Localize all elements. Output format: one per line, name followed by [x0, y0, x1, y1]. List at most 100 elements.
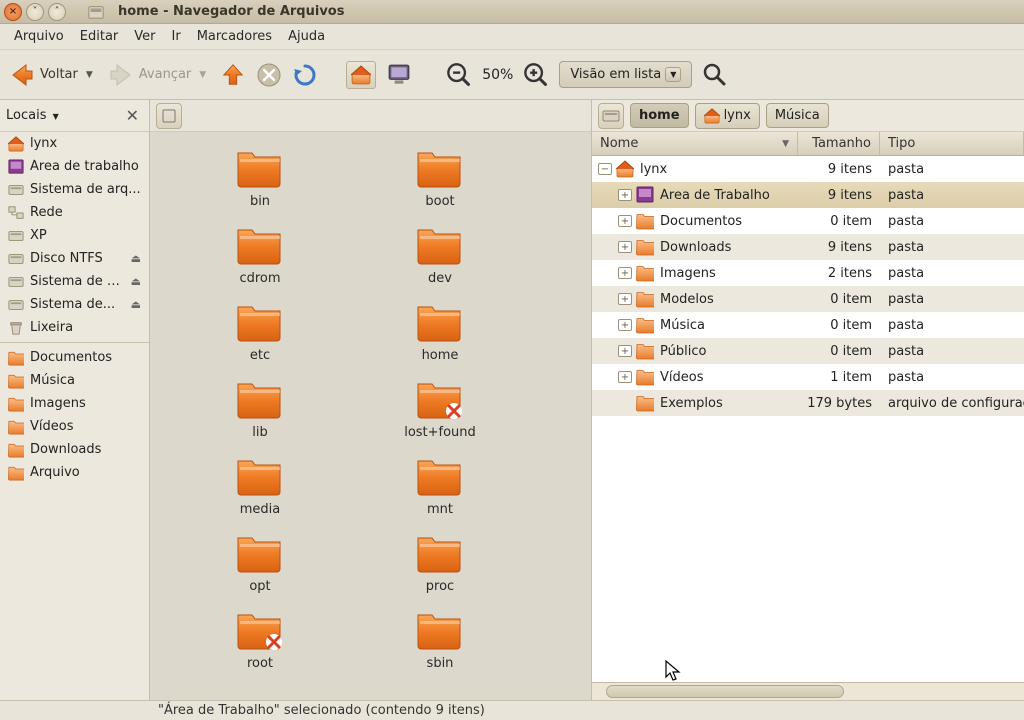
reload-button[interactable] [292, 62, 318, 88]
sidebar-place[interactable]: Disco NTFS ⏏ [0, 247, 149, 270]
folder-item[interactable]: bin [180, 148, 340, 209]
eject-icon[interactable]: ⏏ [131, 298, 141, 311]
folder-item[interactable]: lost+found [360, 379, 520, 440]
menu-help[interactable]: Ajuda [280, 26, 333, 47]
up-button[interactable] [220, 62, 246, 88]
view-mode-combo[interactable]: Visão em lista ▼ [559, 61, 692, 88]
zoom-out-icon [446, 62, 472, 88]
icon-view[interactable]: bin boot cdrom dev etc [150, 132, 592, 700]
folder-icon [8, 419, 24, 435]
folder-item[interactable]: sbin [360, 610, 520, 671]
tree-row[interactable]: + Imagens 2 itens pasta [592, 260, 1024, 286]
menu-edit[interactable]: Editar [72, 26, 127, 47]
center-header [150, 100, 592, 132]
col-type-header[interactable]: Tipo [880, 132, 1024, 155]
path-segment-lynx[interactable]: lynx [695, 103, 760, 129]
tree-row[interactable]: + Área de Trabalho 9 itens pasta [592, 182, 1024, 208]
folder-icon [636, 238, 654, 256]
window-close-button[interactable]: × [4, 3, 22, 21]
tree-row[interactable]: + Público 0 item pasta [592, 338, 1024, 364]
sidebar-close-button[interactable]: ✕ [122, 106, 143, 125]
computer-button[interactable] [386, 62, 412, 88]
menu-bookmarks[interactable]: Marcadores [189, 26, 280, 47]
tree-row[interactable]: + Música 0 item pasta [592, 312, 1024, 338]
tree-row[interactable]: + Downloads 9 itens pasta [592, 234, 1024, 260]
window-minimize-button[interactable]: ˅ [26, 3, 44, 21]
sidebar-place[interactable]: Sistema de arq... [0, 178, 149, 201]
sidebar-place[interactable]: Sistema de arq... ⏏ [0, 270, 149, 293]
home-icon [704, 108, 720, 124]
folder-item[interactable]: media [180, 456, 340, 517]
menu-view[interactable]: Ver [126, 26, 163, 47]
search-button[interactable] [702, 62, 728, 88]
folder-name: proc [426, 579, 454, 594]
disk-icon [8, 274, 24, 290]
zoom-in-button[interactable] [523, 62, 549, 88]
sidebar-bookmark[interactable]: Arquivo [0, 461, 149, 484]
folder-item[interactable]: dev [360, 225, 520, 286]
home-button[interactable] [346, 61, 376, 89]
folder-item[interactable]: home [360, 302, 520, 363]
path-segment-home[interactable]: home [630, 103, 689, 128]
col-size-header[interactable]: Tamanho [798, 132, 880, 155]
folder-item[interactable]: cdrom [180, 225, 340, 286]
folder-item[interactable]: opt [180, 533, 340, 594]
zoom-out-button[interactable] [446, 62, 472, 88]
titlebar: × ˅ ˄ home - Navegador de Arquivos [0, 0, 1024, 24]
sidebar-place[interactable]: Rede [0, 201, 149, 224]
sidebar-place[interactable]: lynx [0, 132, 149, 155]
sidebar-bookmark[interactable]: Vídeos [0, 415, 149, 438]
sidebar-bookmark[interactable]: Downloads [0, 438, 149, 461]
expander-icon[interactable]: + [618, 345, 632, 357]
folder-item[interactable]: root [180, 610, 340, 671]
window-maximize-button[interactable]: ˄ [48, 3, 66, 21]
menu-go[interactable]: Ir [164, 26, 189, 47]
folder-item[interactable]: etc [180, 302, 340, 363]
sidebar-bookmark[interactable]: Documentos [0, 346, 149, 369]
path-segment-music[interactable]: Música [766, 103, 829, 128]
expander-icon[interactable]: + [618, 267, 632, 279]
folder-item[interactable]: proc [360, 533, 520, 594]
tree-row[interactable]: + Documentos 0 item pasta [592, 208, 1024, 234]
sidebar-place[interactable]: Lixeira [0, 316, 149, 339]
back-button[interactable]: Voltar ▼ [8, 61, 97, 89]
expander-icon[interactable]: + [618, 215, 632, 227]
tree-row[interactable]: − lynx 9 itens pasta [592, 156, 1024, 182]
toolbar: Voltar ▼ Avançar ▼ 50% Visão em lista ▼ [0, 50, 1024, 100]
sidebar-title[interactable]: Locais ▼ [6, 108, 122, 123]
tree-row[interactable]: Exemplos 179 bytes arquivo de configuraç… [592, 390, 1024, 416]
row-name: Downloads [660, 240, 798, 255]
folder-icon [236, 456, 284, 498]
expander-icon[interactable]: + [618, 293, 632, 305]
menu-file[interactable]: Arquivo [6, 26, 72, 47]
col-name-header[interactable]: Nome▼ [592, 132, 798, 155]
row-size: 2 itens [798, 266, 880, 281]
forward-button[interactable]: Avançar ▼ [107, 61, 210, 89]
expander-icon[interactable]: + [618, 189, 632, 201]
expander-icon[interactable]: + [618, 371, 632, 383]
sidebar-bookmark[interactable]: Imagens [0, 392, 149, 415]
expander-icon[interactable]: − [598, 163, 612, 175]
folder-item[interactable]: mnt [360, 456, 520, 517]
sidebar-place[interactable]: XP [0, 224, 149, 247]
eject-icon[interactable]: ⏏ [131, 275, 141, 288]
folder-name: cdrom [239, 271, 280, 286]
place-label: Rede [30, 205, 141, 220]
sidebar-place[interactable]: Sistema de... ⏏ [0, 293, 149, 316]
tree-hscrollbar[interactable] [592, 682, 1024, 700]
eject-icon[interactable]: ⏏ [131, 252, 141, 265]
tree-row[interactable]: + Modelos 0 item pasta [592, 286, 1024, 312]
pathbar-disk-button[interactable] [598, 103, 624, 129]
forward-history-dropdown[interactable]: ▼ [195, 70, 210, 80]
stop-button[interactable] [256, 62, 282, 88]
icon-view-toggle[interactable] [156, 103, 182, 129]
expander-icon[interactable]: + [618, 241, 632, 253]
tree-row[interactable]: + Vídeos 1 item pasta [592, 364, 1024, 390]
folder-item[interactable]: boot [360, 148, 520, 209]
folder-item[interactable]: lib [180, 379, 340, 440]
expander-icon[interactable]: + [618, 319, 632, 331]
folder-icon [636, 290, 654, 308]
sidebar-place[interactable]: Área de trabalho [0, 155, 149, 178]
sidebar-bookmark[interactable]: Música [0, 369, 149, 392]
back-history-dropdown[interactable]: ▼ [82, 70, 97, 80]
